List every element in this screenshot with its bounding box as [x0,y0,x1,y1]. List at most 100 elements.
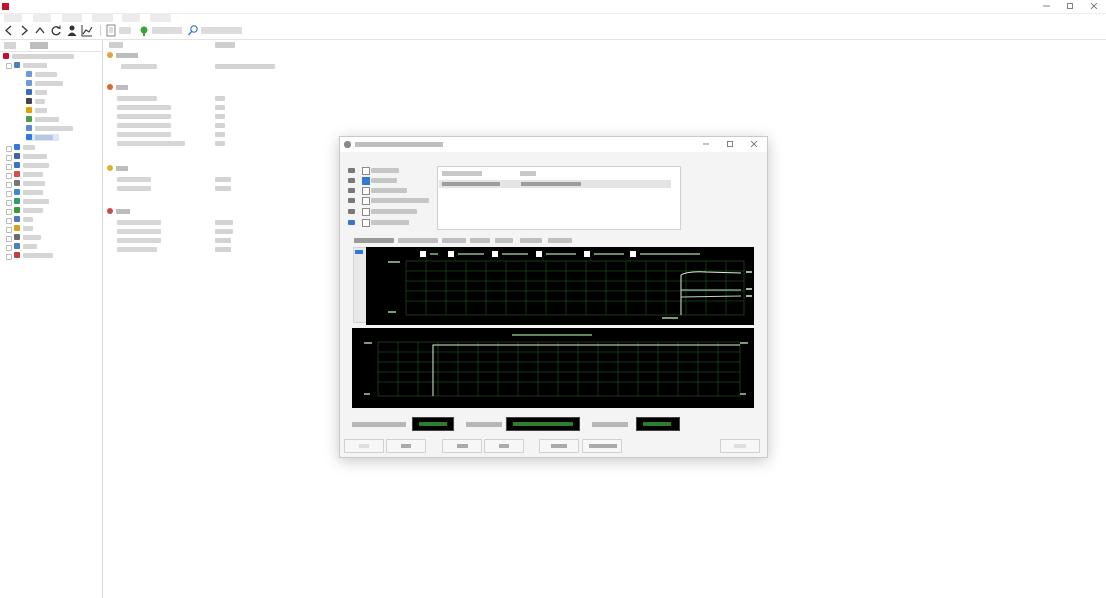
legend-checkbox-1[interactable] [420,251,426,257]
menu-favorites[interactable] [92,14,113,22]
sidebar-item-devices[interactable] [14,207,54,214]
expand-icon[interactable] [6,146,12,152]
stress-fpu-checkbox[interactable] [362,177,370,185]
bios-updates-button[interactable] [152,27,182,34]
stress-disk-checkbox[interactable] [362,208,370,216]
clear-button[interactable] [442,439,482,453]
log-row[interactable] [439,180,671,188]
sidebar-item-storage[interactable] [14,180,54,187]
stress-option-gpu[interactable] [348,219,438,227]
stress-memory-checkbox[interactable] [362,197,370,205]
refresh-icon[interactable] [50,24,62,37]
tab-clocks[interactable] [495,238,513,243]
sidebar-item-portable[interactable] [26,125,78,132]
sidebar-item-it[interactable] [26,98,71,105]
sidebar-item-security[interactable] [14,225,54,232]
menu-tools[interactable] [122,14,140,22]
sidebar-item-power[interactable] [26,116,71,123]
maximize-button[interactable] [1064,1,1076,11]
stress-option-fpu[interactable] [348,177,438,185]
stop-button[interactable] [386,439,426,453]
expand-icon[interactable] [6,63,12,69]
expand-icon[interactable] [6,254,12,260]
report-icon[interactable] [105,24,117,37]
stress-gpu-checkbox[interactable] [362,219,370,227]
sidebar-item-dmi[interactable] [26,89,71,96]
sidebar-item-root[interactable] [3,53,98,60]
close-button[interactable] [1088,1,1100,11]
legend-checkbox-6[interactable] [630,251,636,257]
user-icon[interactable] [66,24,78,37]
stress-cpu-checkbox[interactable] [362,167,370,175]
sidebar-tab-menu[interactable] [4,42,16,49]
sidebar-item-directx[interactable] [14,198,64,205]
legend-checkbox-4[interactable] [536,251,542,257]
menu-view[interactable] [33,14,51,22]
cpuid-button[interactable] [539,439,579,453]
sidebar-item-config[interactable] [14,234,54,241]
sidebar-item-computer-name[interactable] [26,80,71,87]
sidebar-item-os[interactable] [14,144,54,151]
expand-icon[interactable] [6,236,12,242]
expand-icon[interactable] [6,182,12,188]
sidebar-item-database[interactable] [14,243,54,250]
bios-update-icon[interactable] [138,24,150,37]
tab-powers[interactable] [470,238,490,243]
sidebar-item-summary[interactable] [26,71,71,78]
expand-icon[interactable] [6,209,12,215]
tab-unified[interactable] [520,238,542,243]
forward-icon[interactable] [18,24,30,37]
tab-statistics[interactable] [548,238,572,243]
expand-icon[interactable] [6,200,12,206]
tab-cooling-fans[interactable] [398,238,438,243]
up-icon[interactable] [34,24,46,37]
dialog-close-button[interactable] [749,140,759,149]
expand-icon[interactable] [6,191,12,197]
sidebar-item-multimedia[interactable] [14,171,54,178]
sidebar-item-overclock[interactable] [26,107,71,114]
sidebar-item-display[interactable] [14,162,54,169]
stress-cache-checkbox[interactable] [362,187,370,195]
back-icon[interactable] [3,24,15,37]
menu-report[interactable] [62,14,82,22]
chart-scrollbar[interactable] [353,247,367,323]
sidebar-item-motherboard[interactable] [14,62,54,69]
sidebar-item-software[interactable] [14,216,54,223]
column-header-value[interactable] [215,42,235,48]
menu-file[interactable] [4,14,22,22]
dialog-minimize-button[interactable] [701,140,711,149]
menu-help[interactable] [150,14,171,22]
expand-icon[interactable] [6,155,12,161]
chart-icon[interactable] [81,24,93,37]
expand-icon[interactable] [6,245,12,251]
driver-updates-button[interactable] [201,27,242,34]
legend-checkbox-3[interactable] [492,251,498,257]
sidebar-tab-favorites[interactable] [30,42,48,49]
expand-icon[interactable] [6,173,12,179]
minimize-button[interactable] [1040,1,1052,11]
stress-option-cache[interactable] [348,187,438,195]
legend-checkbox-5[interactable] [584,251,590,257]
legend-checkbox-2[interactable] [448,251,454,257]
dialog-maximize-button[interactable] [725,140,735,149]
sidebar-item-benchmark[interactable] [14,252,62,259]
stress-option-memory[interactable] [348,197,438,205]
expand-icon[interactable] [6,218,12,224]
report-button[interactable] [119,27,131,34]
start-button[interactable] [344,439,384,453]
preferences-button[interactable] [582,439,622,453]
save-button[interactable] [484,439,524,453]
chart-scrollbar-thumb[interactable] [355,250,363,254]
sidebar-item-server[interactable] [14,153,54,160]
sidebar-item-network[interactable] [14,189,54,196]
column-header-field[interactable] [109,42,123,48]
stress-option-cpu[interactable] [348,167,438,175]
tab-temperatures[interactable] [354,238,394,243]
tab-voltages[interactable] [442,238,466,243]
expand-icon[interactable] [6,227,12,233]
stress-option-disk[interactable] [348,208,438,216]
expand-icon[interactable] [6,164,12,170]
sidebar-item-sensor[interactable] [26,134,59,141]
driver-search-icon[interactable] [187,24,199,37]
close-dialog-button[interactable] [720,439,760,453]
